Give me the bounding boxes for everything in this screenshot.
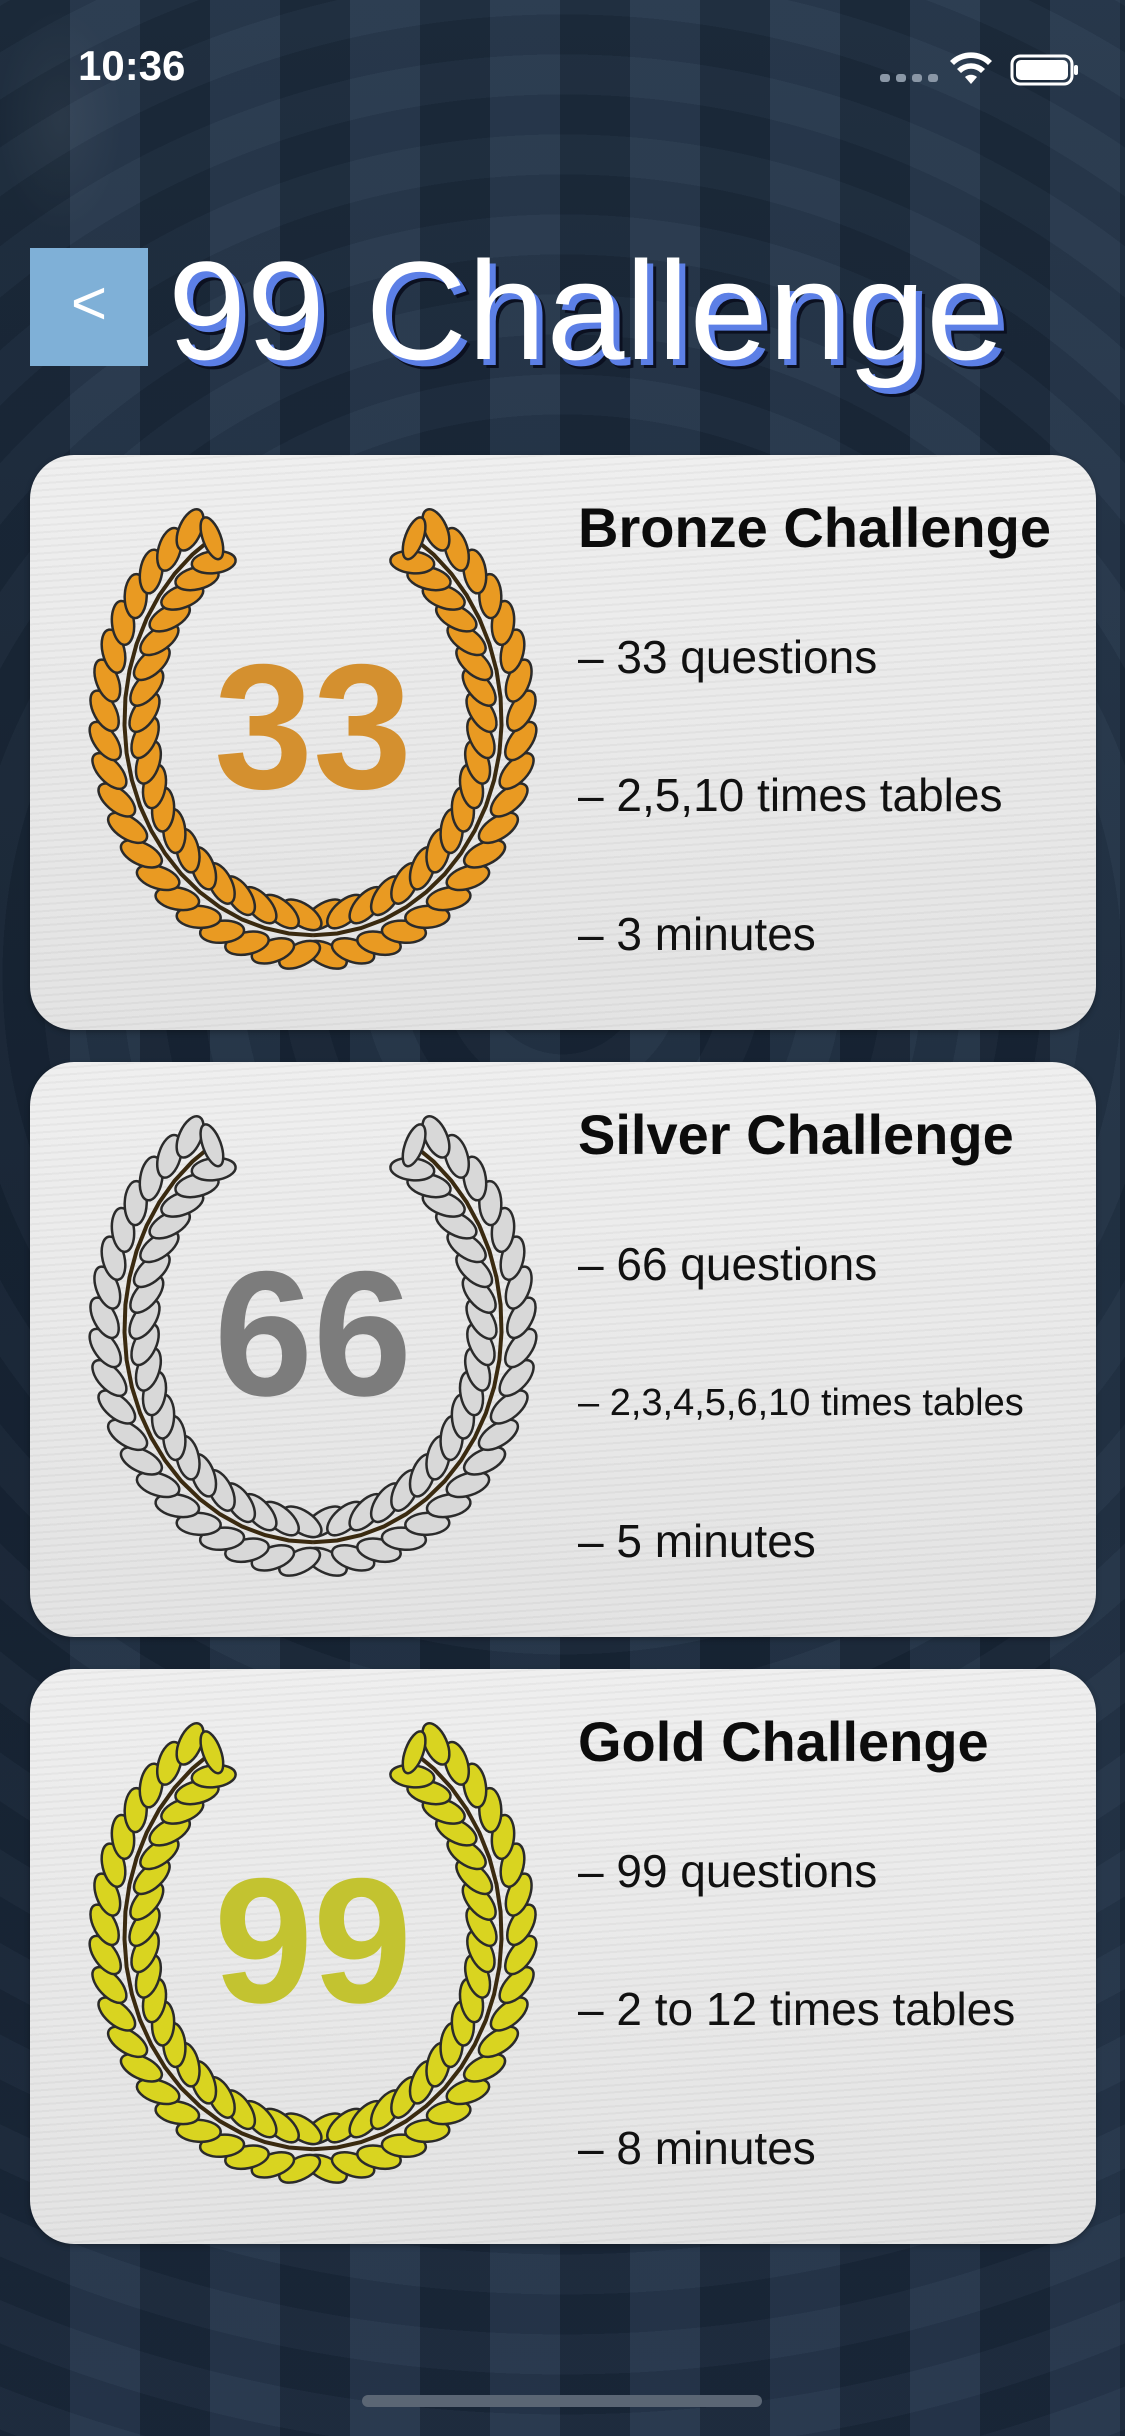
bronze-number: 33 [214,627,412,826]
status-time: 10:36 [78,42,186,89]
gold-title: Gold Challenge [578,1710,989,1773]
gold-number: 99 [214,1841,412,2040]
silver-questions: – 66 questions [578,1238,878,1290]
bronze-info: Bronze Challenge – 33 questions – 2,5,10… [578,455,1088,1030]
bronze-title: Bronze Challenge [578,496,1051,559]
page-title: 99 Challenge [168,232,1006,389]
bronze-time: – 3 minutes [578,908,816,960]
cellular-signal-icon [880,74,938,82]
gold-questions: – 99 questions [578,1845,878,1897]
bronze-tables: – 2,5,10 times tables [578,769,1003,821]
gold-time: – 8 minutes [578,2122,816,2174]
gold-info: Gold Challenge – 99 questions – 2 to 12 … [578,1669,1088,2244]
back-button[interactable]: < [30,248,148,366]
gold-challenge-card[interactable]: 99 Gold Challenge – 99 questions – 2 to … [30,1669,1096,2244]
silver-title: Silver Challenge [578,1103,1014,1166]
home-indicator[interactable] [362,2395,762,2407]
silver-info: Silver Challenge – 66 questions – 2,3,4,… [578,1062,1088,1637]
silver-challenge-card[interactable]: 66 Silver Challenge – 66 questions – 2,3… [30,1062,1096,1637]
bronze-challenge-card[interactable]: 33 Bronze Challenge – 33 questions – 2,5… [30,455,1096,1030]
battery-icon [1010,54,1078,86]
silver-time: – 5 minutes [578,1515,816,1567]
silver-tables: – 2,3,4,5,6,10 times tables [578,1382,1024,1424]
wifi-icon [950,52,992,84]
gold-tables: – 2 to 12 times tables [578,1983,1016,2035]
status-bar: 10:36 [0,0,1125,140]
bronze-questions: – 33 questions [578,631,878,683]
silver-number: 66 [214,1234,412,1433]
